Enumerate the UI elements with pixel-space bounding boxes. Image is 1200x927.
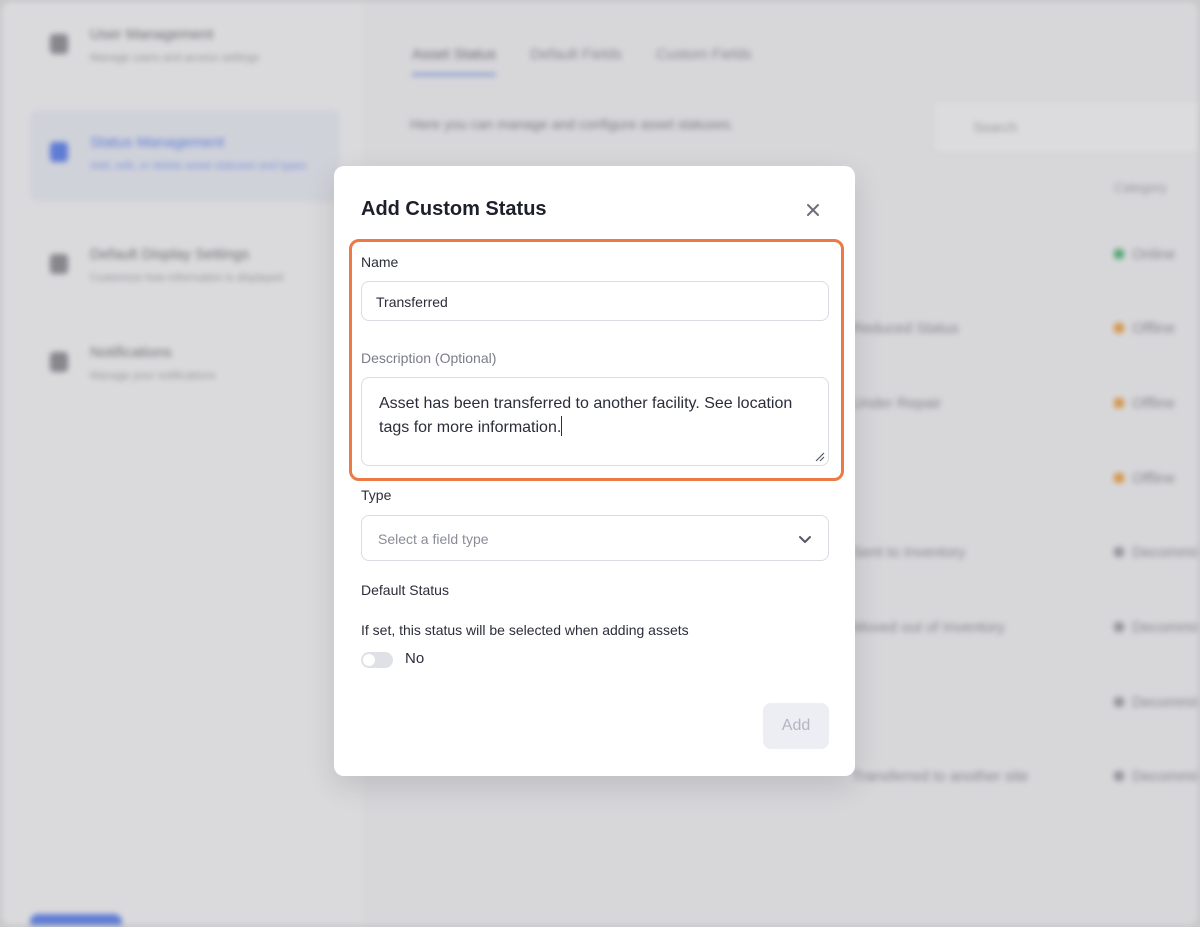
default-status-help: If set, this status will be selected whe… <box>361 622 689 638</box>
chevron-down-icon <box>799 536 811 543</box>
description-label: Description (Optional) <box>361 350 497 366</box>
type-select[interactable]: Select a field type <box>361 515 829 561</box>
description-value: Asset has been transferred to another fa… <box>379 395 793 436</box>
close-button[interactable] <box>803 200 823 220</box>
text-caret <box>561 416 563 436</box>
close-icon <box>807 204 819 216</box>
add-button[interactable]: Add <box>763 703 829 749</box>
type-label: Type <box>361 487 392 503</box>
toggle-state-label: No <box>405 650 425 667</box>
default-status-label: Default Status <box>361 582 449 598</box>
modal-title: Add Custom Status <box>361 198 547 220</box>
name-input-value: Transferred <box>376 294 448 310</box>
name-label: Name <box>361 254 399 270</box>
add-custom-status-modal: Add Custom Status Name Transferred Descr… <box>334 166 855 776</box>
description-textarea[interactable]: Asset has been transferred to another fa… <box>361 377 829 466</box>
type-select-placeholder: Select a field type <box>378 531 489 547</box>
resize-handle-icon[interactable] <box>813 450 825 462</box>
name-input[interactable]: Transferred <box>361 281 829 321</box>
default-status-toggle[interactable] <box>361 652 393 668</box>
